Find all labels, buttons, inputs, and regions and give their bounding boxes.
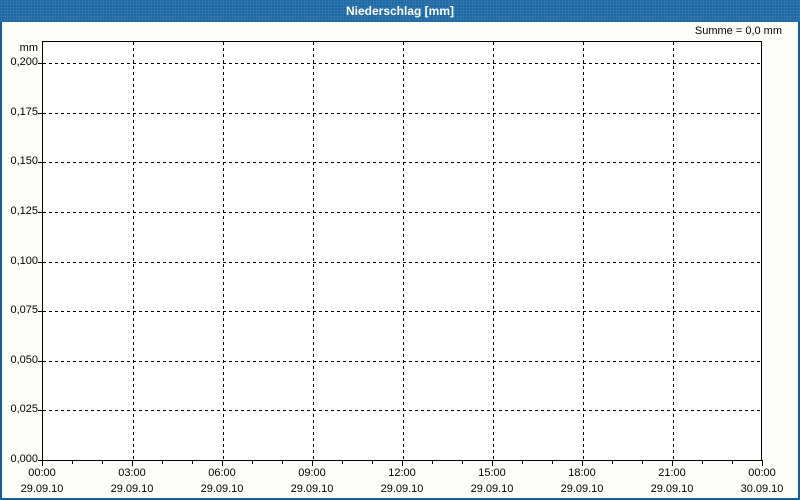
y-axis-tick	[38, 212, 42, 213]
y-tick-label: 0,075	[10, 304, 38, 316]
x-axis-major-tick	[402, 460, 403, 466]
x-tick-time-label: 21:00	[658, 467, 686, 479]
x-gridline	[223, 42, 224, 460]
x-tick-time-label: 09:00	[298, 467, 326, 479]
y-tick-label: 0,150	[10, 155, 38, 167]
y-tick-label: 0,175	[10, 106, 38, 118]
x-gridline	[403, 42, 404, 460]
y-tick-label: 0,100	[10, 255, 38, 267]
x-tick-time-label: 00:00	[28, 467, 56, 479]
y-gridline	[43, 113, 761, 114]
x-tick-date-label: 29.09.10	[650, 483, 694, 495]
x-axis-minor-tick	[102, 460, 103, 464]
y-axis-tick	[38, 262, 42, 263]
y-tick-label: 0,050	[10, 354, 38, 366]
x-tick-date-label: 29.09.10	[110, 483, 154, 495]
x-tick-date-label: 29.09.10	[20, 483, 64, 495]
x-axis-minor-tick	[192, 460, 193, 464]
x-axis-minor-tick	[342, 460, 343, 464]
x-axis-minor-tick	[702, 460, 703, 464]
x-axis-minor-tick	[282, 460, 283, 464]
x-axis-major-tick	[762, 460, 763, 466]
x-tick-date-label: 29.09.10	[290, 483, 334, 495]
chart-window: Niederschlag [mm] Summe = 0,0 mm mm 0,20…	[0, 0, 800, 500]
x-tick-time-label: 06:00	[208, 467, 236, 479]
x-axis-minor-tick	[642, 460, 643, 464]
chart-content-area: Summe = 0,0 mm mm 0,200 0,175 0,150 0,125 0,…	[0, 22, 800, 500]
x-tick-date-label: 30.09.10	[740, 483, 784, 495]
x-axis-minor-tick	[252, 460, 253, 464]
x-axis-minor-tick	[372, 460, 373, 464]
x-axis-minor-tick	[552, 460, 553, 464]
y-axis-tick	[38, 361, 42, 362]
x-tick-date-label: 29.09.10	[200, 483, 244, 495]
y-tick-label: 0,000	[10, 453, 38, 465]
y-gridline	[43, 311, 761, 312]
y-axis-unit-label: mm	[19, 42, 38, 54]
y-axis-tick	[38, 113, 42, 114]
y-gridline	[43, 63, 761, 64]
x-axis-minor-tick	[462, 460, 463, 464]
x-axis-major-tick	[222, 460, 223, 466]
x-axis-major-tick	[672, 460, 673, 466]
x-axis-major-tick	[132, 460, 133, 466]
y-axis-tick	[38, 311, 42, 312]
x-gridline	[673, 42, 674, 460]
window-title-bar: Niederschlag [mm]	[0, 0, 800, 22]
y-axis-tick	[38, 63, 42, 64]
x-gridline	[493, 42, 494, 460]
x-axis-minor-tick	[162, 460, 163, 464]
y-gridline	[43, 262, 761, 263]
x-axis-major-tick	[492, 460, 493, 466]
x-gridline	[313, 42, 314, 460]
x-gridline	[583, 42, 584, 460]
y-gridline	[43, 162, 761, 163]
sum-label: Summe = 0,0 mm	[694, 25, 782, 37]
x-tick-time-label: 15:00	[478, 467, 506, 479]
x-tick-time-label: 12:00	[388, 467, 416, 479]
x-axis-major-tick	[42, 460, 43, 466]
x-tick-time-label: 03:00	[118, 467, 146, 479]
x-axis-major-tick	[312, 460, 313, 466]
x-axis-major-tick	[582, 460, 583, 466]
x-axis-minor-tick	[732, 460, 733, 464]
x-axis-minor-tick	[432, 460, 433, 464]
x-axis-minor-tick	[72, 460, 73, 464]
x-tick-time-label: 18:00	[568, 467, 596, 479]
x-tick-date-label: 29.09.10	[380, 483, 424, 495]
y-tick-label: 0,200	[10, 56, 38, 68]
x-axis-minor-tick	[612, 460, 613, 464]
y-tick-label: 0,025	[10, 403, 38, 415]
x-axis-minor-tick	[522, 460, 523, 464]
y-axis-tick	[38, 162, 42, 163]
y-gridline	[43, 361, 761, 362]
x-tick-date-label: 29.09.10	[470, 483, 514, 495]
x-tick-time-label: 00:00	[748, 467, 776, 479]
x-tick-date-label: 29.09.10	[560, 483, 604, 495]
plot-area	[42, 41, 762, 461]
x-gridline	[133, 42, 134, 460]
y-axis-tick	[38, 410, 42, 411]
y-tick-label: 0,125	[10, 205, 38, 217]
chart-title: Niederschlag [mm]	[345, 4, 455, 18]
y-gridline	[43, 410, 761, 411]
y-gridline	[43, 212, 761, 213]
